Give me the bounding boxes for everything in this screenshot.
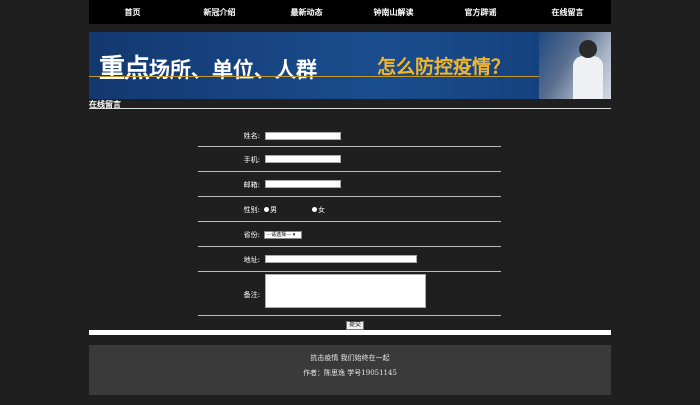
phone-field[interactable]	[265, 155, 341, 163]
province-select-value: ---请选择---	[266, 232, 292, 238]
row-email: 邮箱:	[198, 172, 501, 197]
nav-rumor-refute[interactable]: 官方辟谣	[437, 0, 524, 24]
nav-latest-news[interactable]: 最新动态	[263, 0, 350, 24]
row-remark: 备注:	[198, 272, 501, 316]
banner-headline-main: 重点	[99, 54, 150, 84]
nav-zhong-nanshan[interactable]: 钟南山解读	[350, 0, 437, 24]
gender-male-label: 男	[270, 206, 277, 214]
name-label: 姓名:	[243, 132, 260, 140]
footer-divider	[89, 330, 611, 335]
phone-label: 手机:	[243, 156, 260, 164]
banner-headline: 重点场所、单位、人群	[99, 48, 317, 85]
main-nav: 首页 新冠介绍 最新动态 钟南山解读 官方辟谣 在线留言	[89, 0, 611, 24]
title-divider	[89, 108, 611, 109]
row-province: 省份: ---请选择--- ▾	[198, 222, 501, 247]
banner-stripe	[89, 76, 611, 77]
footer-author: 作者：陈思逸 学号19051145	[303, 369, 397, 377]
banner-photo-head	[579, 40, 597, 58]
province-select[interactable]: ---请选择--- ▾	[264, 231, 302, 239]
row-address: 地址:	[198, 247, 501, 272]
gender-label: 性别:	[243, 206, 260, 214]
name-field[interactable]	[265, 132, 341, 140]
radio-male-icon[interactable]	[264, 207, 269, 212]
email-label: 邮箱:	[243, 181, 260, 189]
banner-photo	[539, 32, 611, 99]
row-gender: 性别: 男 女	[198, 197, 501, 222]
radio-female-icon[interactable]	[312, 207, 317, 212]
gender-female-option[interactable]: 女	[312, 205, 325, 215]
address-label: 地址:	[243, 256, 260, 264]
banner-tagline: 怎么防控疫情？	[377, 56, 511, 78]
footer: 抗击疫情 我们始终在一起 作者：陈思逸 学号19051145	[89, 345, 611, 395]
banner-image: 重点场所、单位、人群 怎么防控疫情？	[89, 32, 611, 99]
banner-headline-sub: 场所、单位、人群	[149, 58, 318, 82]
province-label: 省份:	[243, 231, 260, 239]
submit-button[interactable]: 提交	[346, 321, 365, 330]
gender-female-label: 女	[318, 206, 325, 214]
footer-slogan: 抗击疫情 我们始终在一起	[310, 354, 390, 362]
remark-label: 备注:	[243, 291, 260, 299]
nav-covid-intro[interactable]: 新冠介绍	[176, 0, 263, 24]
email-field[interactable]	[265, 180, 341, 188]
banner-photo-coat	[573, 56, 603, 99]
gender-male-option[interactable]: 男	[264, 205, 277, 215]
message-form: 姓名: 手机: 邮箱: 性别: 男 女 省份: ---请选择--- ▾ 地址: …	[198, 124, 501, 335]
row-name: 姓名:	[198, 124, 501, 147]
remark-textarea[interactable]	[265, 274, 426, 308]
row-phone: 手机:	[198, 147, 501, 172]
nav-online-message[interactable]: 在线留言	[524, 0, 611, 24]
nav-home[interactable]: 首页	[89, 0, 176, 24]
address-field[interactable]	[265, 255, 417, 263]
